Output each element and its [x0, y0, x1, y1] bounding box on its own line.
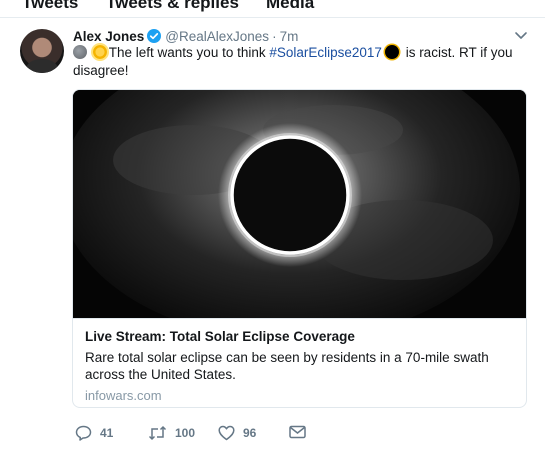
direct-message-button[interactable]: [289, 425, 314, 439]
card-description: Rare total solar eclipse can be seen by …: [85, 350, 489, 382]
reply-icon: [75, 425, 100, 441]
like-count: 96: [243, 426, 257, 440]
card-body[interactable]: Live Stream: Total Solar Eclipse Coverag…: [73, 318, 526, 407]
tweet-header: Alex Jones @RealAlexJones · 7m: [73, 27, 298, 45]
tweet-text-part1: The left wants you to think: [108, 45, 270, 60]
profile-tabs: Tweets Tweets & replies Media: [0, 0, 545, 18]
author-name[interactable]: Alex Jones: [73, 29, 144, 44]
eclipse-image[interactable]: [73, 90, 526, 318]
tab-tweets[interactable]: Tweets: [22, 0, 78, 13]
timestamp[interactable]: 7m: [280, 29, 299, 44]
tweet-text: The left wants you to think #SolarEclips…: [73, 44, 513, 80]
eclipse-hashtag-icon: [384, 45, 399, 59]
link-card[interactable]: Live Stream: Total Solar Eclipse Coverag…: [72, 89, 527, 408]
card-domain[interactable]: infowars.com: [85, 387, 516, 404]
tweet[interactable]: Alex Jones @RealAlexJones · 7m The left …: [0, 19, 545, 453]
card-title[interactable]: Live Stream: Total Solar Eclipse Coverag…: [85, 328, 516, 345]
tab-media[interactable]: Media: [266, 0, 314, 13]
author-handle[interactable]: @RealAlexJones: [165, 29, 269, 44]
chevron-down-icon[interactable]: [513, 27, 529, 43]
tab-tweets-and-replies[interactable]: Tweets & replies: [106, 0, 239, 13]
avatar[interactable]: [20, 29, 64, 73]
tweet-actions: 41 100 96: [75, 425, 375, 445]
retweet-button[interactable]: 100: [148, 425, 195, 441]
envelope-icon: [289, 425, 314, 439]
separator: ·: [272, 28, 277, 44]
new-moon-emoji-icon: [73, 45, 87, 59]
verified-badge-icon: [147, 29, 162, 43]
retweet-count: 100: [175, 426, 196, 440]
hashtag-link[interactable]: #SolarEclipse2017: [269, 45, 382, 60]
reply-count: 41: [100, 426, 114, 440]
like-button[interactable]: 96: [218, 425, 256, 441]
heart-icon: [218, 425, 243, 441]
retweet-icon: [148, 425, 175, 441]
reply-button[interactable]: 41: [75, 425, 113, 441]
sun-emoji-icon: [92, 45, 107, 59]
